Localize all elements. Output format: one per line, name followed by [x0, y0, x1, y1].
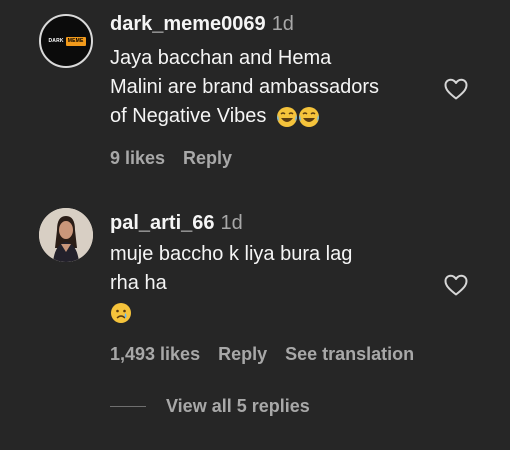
likes-count[interactable]: 9 likes [110, 148, 165, 168]
reply-button[interactable]: Reply [183, 148, 232, 168]
comment-actions: 1,493 likes Reply See translation [110, 343, 432, 365]
comment-text-line: of Negative Vibes [110, 102, 379, 131]
comment-text-line: Jaya bacchan and Hema [110, 47, 332, 69]
comment-text: Jaya bacchan and Hema Malini are brand a… [110, 44, 379, 131]
comment-text: muje baccho k liya bura lag rha ha [110, 240, 352, 327]
view-replies-label: View all 5 replies [166, 396, 310, 416]
see-translation-button[interactable]: See translation [285, 344, 414, 364]
comment-actions: 9 likes Reply [110, 147, 250, 169]
comment-text-line: rha ha [110, 272, 167, 294]
comment-header: pal_arti_66 1d [110, 211, 243, 235]
avatar-logo: DARK MEME [48, 36, 86, 46]
timestamp: 1d [271, 13, 294, 35]
crying-face-icon [111, 302, 131, 323]
like-heart-icon[interactable] [443, 77, 469, 101]
face-with-tears-of-joy-icon [276, 106, 297, 127]
username[interactable]: dark_meme0069 [110, 13, 266, 35]
like-heart-icon[interactable] [443, 273, 469, 297]
likes-count[interactable]: 1,493 likes [110, 344, 200, 364]
reply-button[interactable]: Reply [218, 344, 267, 364]
divider-line [110, 406, 146, 407]
view-replies-button[interactable]: View all 5 replies [110, 396, 310, 417]
comment-header: dark_meme0069 1d [110, 12, 294, 36]
timestamp: 1d [220, 212, 243, 234]
comment-text-line: muje baccho k liya bura lag [110, 243, 353, 265]
avatar[interactable] [39, 208, 93, 262]
face-with-tears-of-joy-icon [298, 106, 319, 127]
comment-text-line [110, 298, 352, 327]
comment-text-line: Malini are brand ambassadors [110, 76, 380, 98]
avatar-photo [39, 208, 93, 262]
avatar[interactable]: DARK MEME [39, 14, 93, 68]
username[interactable]: pal_arti_66 [110, 212, 215, 234]
